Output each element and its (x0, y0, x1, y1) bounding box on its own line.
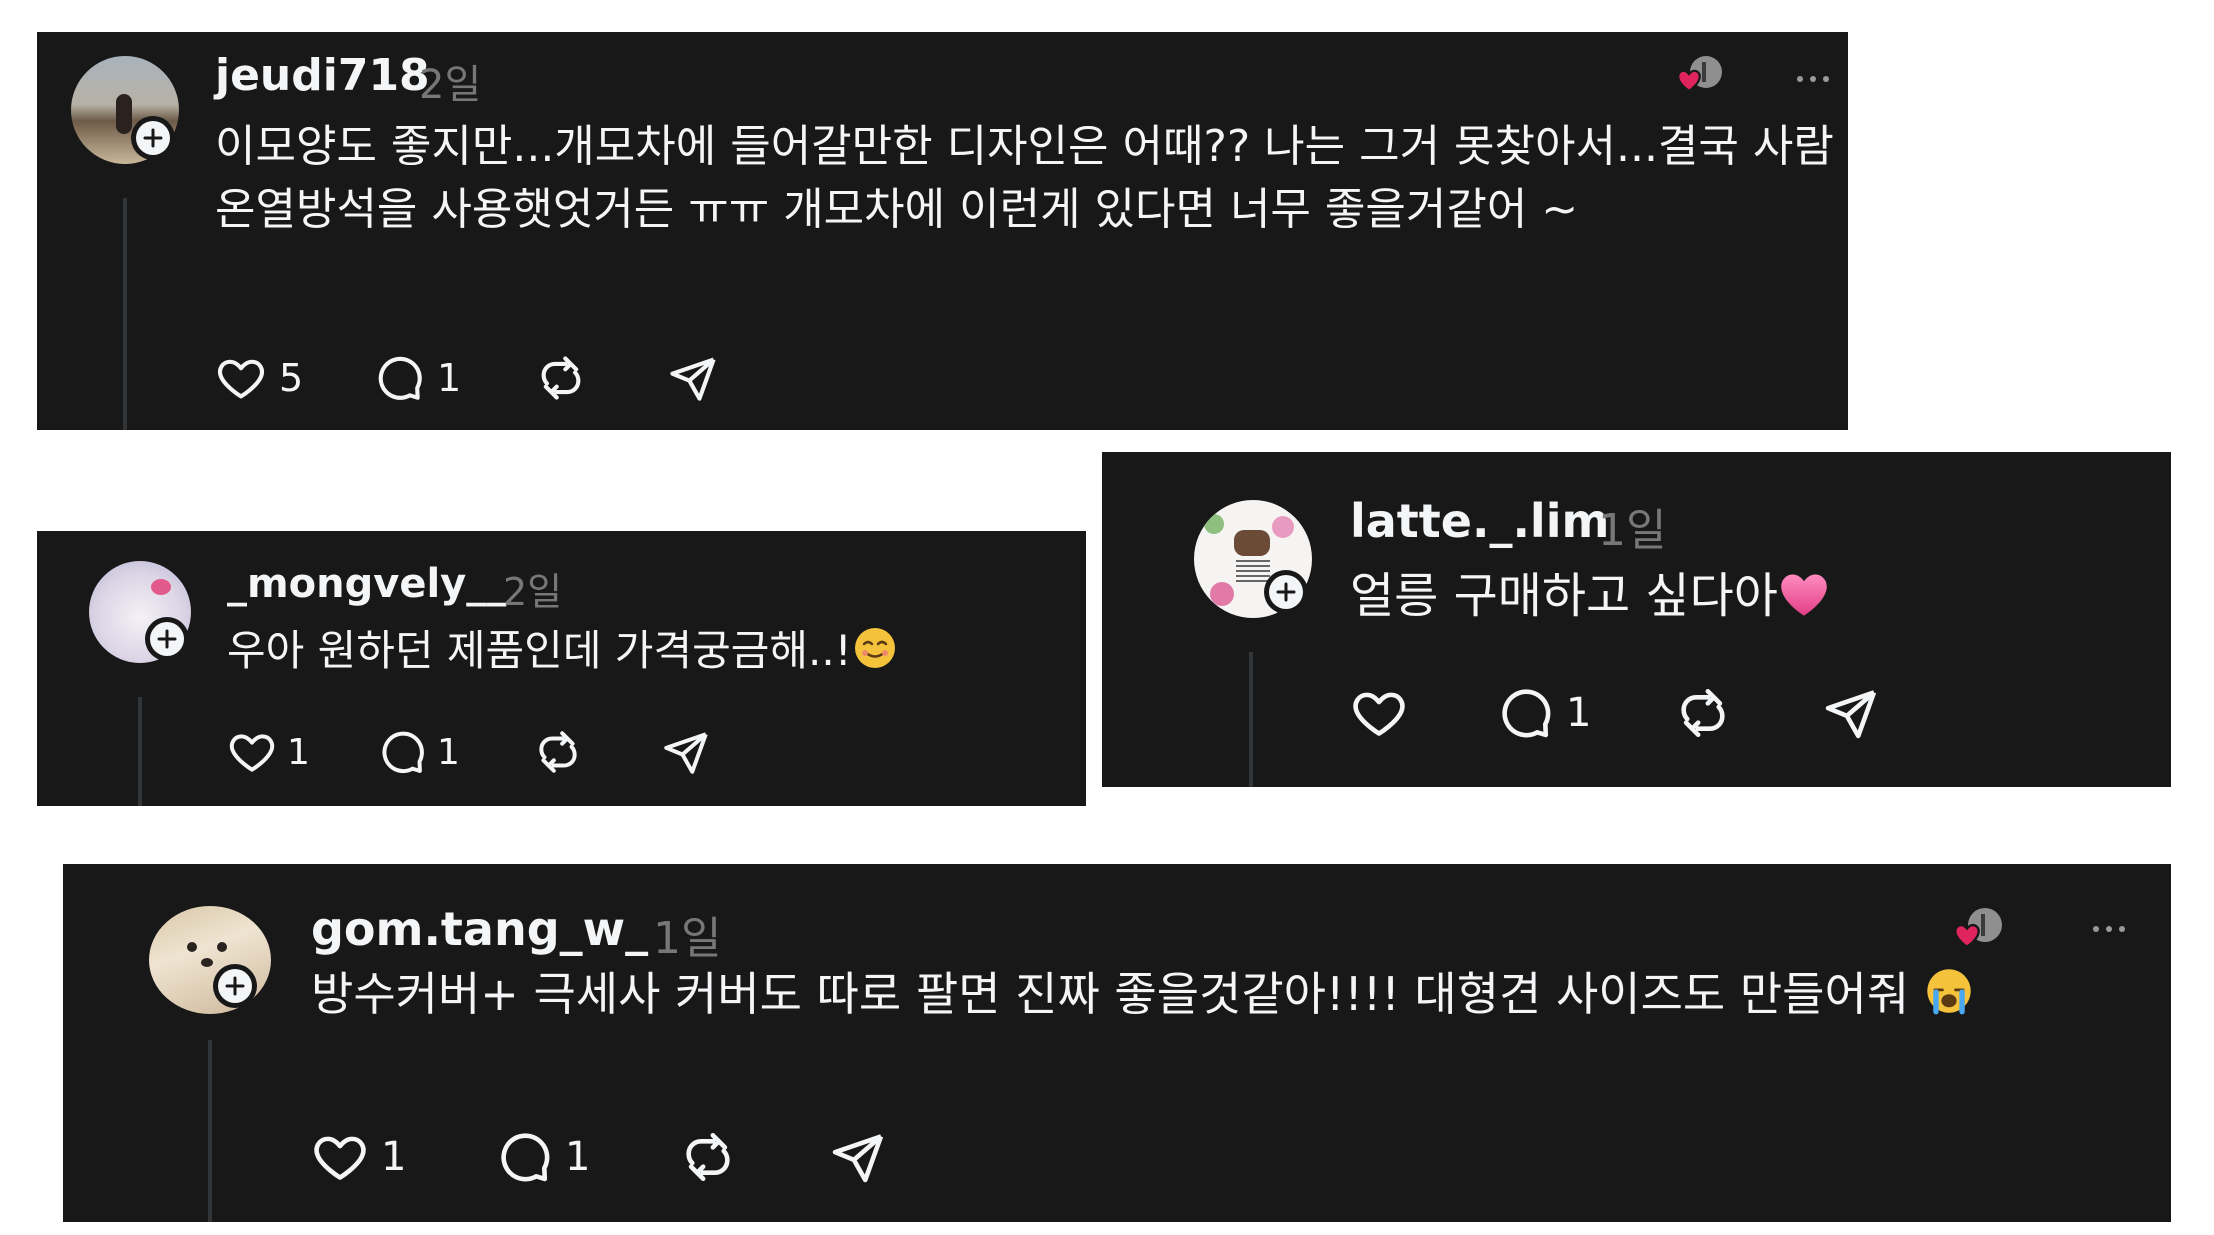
thread-line (123, 198, 127, 430)
action-bar: 1 1 (311, 1128, 887, 1186)
timestamp[interactable]: 2일 (419, 52, 481, 110)
like-button[interactable]: 1 (311, 1128, 495, 1186)
action-bar: 5 1 (215, 352, 719, 404)
repost-button[interactable] (533, 727, 661, 777)
send-icon (1822, 684, 1880, 742)
plus-icon (150, 622, 184, 656)
smiling-emoji-icon (854, 628, 895, 668)
reply-count: 1 (565, 1134, 591, 1180)
follow-button[interactable] (145, 617, 189, 661)
comment-text: 이모양도 좋지만...개모차에 들어갈만한 디자인은 어때?? 나는 그거 못찾… (215, 121, 1834, 235)
reply-button[interactable]: 1 (373, 352, 535, 404)
pink-heart-emoji-icon (1781, 574, 1827, 616)
comment-card-1: jeudi718 2일 이모양도 좋지만...개모차에 들어갈만한 디자인은 어… (37, 32, 1848, 430)
author-liked-badge-icon (1953, 906, 2003, 956)
share-button[interactable] (829, 1128, 887, 1186)
comment-icon (495, 1128, 553, 1186)
comment-text: 우아 원하던 제품인데 가격궁금해..! (227, 621, 1067, 681)
reply-count: 1 (1566, 690, 1592, 736)
follow-button[interactable] (1264, 570, 1308, 614)
follow-button[interactable] (131, 116, 175, 160)
repost-icon (535, 352, 587, 404)
send-icon (667, 352, 719, 404)
reply-count: 1 (437, 731, 460, 773)
share-button[interactable] (667, 352, 719, 404)
comment-text-content: 얼릉 구매하고 싶다아 (1350, 568, 1778, 624)
repost-button[interactable] (535, 352, 667, 404)
username[interactable]: gom.tang_w_ (311, 902, 648, 956)
comment-icon (377, 727, 427, 777)
repost-icon (679, 1128, 737, 1186)
repost-button[interactable] (679, 1128, 829, 1186)
comment-text: 방수커버+ 극세사 커버도 따로 팔면 진짜 좋을것같아!!!! 대형견 사이즈… (311, 962, 2151, 1028)
reply-count: 1 (437, 356, 462, 400)
heart-icon (215, 352, 267, 404)
like-button[interactable] (1350, 684, 1496, 742)
crying-emoji-icon (1927, 969, 1971, 1015)
timestamp[interactable]: 1일 (653, 902, 721, 966)
comment-icon (373, 352, 425, 404)
thread-line (138, 697, 142, 806)
comment-card-4: gom.tang_w_ 1일 방수커버+ 극세사 커버도 따로 팔면 진짜 좋을… (63, 864, 2171, 1222)
comment-text-content: 방수커버+ 극세사 커버도 따로 팔면 진짜 좋을것같아!!!! 대형견 사이즈… (311, 967, 1910, 1021)
share-button[interactable] (1822, 684, 1880, 742)
more-dots-icon[interactable] (2093, 926, 2125, 932)
thread-line (1249, 652, 1253, 787)
comment-icon (1496, 684, 1554, 742)
reply-button[interactable]: 1 (495, 1128, 679, 1186)
comment-text: 얼릉 구매하고 싶다아 (1350, 562, 2130, 631)
repost-icon (1674, 684, 1732, 742)
follow-button[interactable] (213, 964, 257, 1008)
plus-icon (1269, 575, 1303, 609)
timestamp[interactable]: 1일 (1598, 494, 1666, 558)
avatar[interactable] (71, 56, 179, 164)
like-button[interactable]: 1 (227, 727, 377, 777)
reply-button[interactable]: 1 (377, 727, 533, 777)
action-bar: 1 1 (227, 727, 711, 777)
username[interactable]: latte._.lim (1350, 494, 1609, 548)
heart-icon (227, 727, 277, 777)
send-icon (661, 727, 711, 777)
author-liked-badge-icon (1676, 54, 1724, 102)
username[interactable]: jeudi718 (215, 50, 430, 101)
comment-text-content: 우아 원하던 제품인데 가격궁금해..! (227, 626, 852, 675)
plus-icon (136, 121, 170, 155)
action-bar: 1 (1350, 684, 1880, 742)
like-button[interactable]: 5 (215, 352, 373, 404)
thread-line (208, 1040, 212, 1222)
like-count: 5 (279, 356, 304, 400)
repost-icon (533, 727, 583, 777)
share-button[interactable] (661, 727, 711, 777)
comment-card-3: latte._.lim 1일 얼릉 구매하고 싶다아 1 (1102, 452, 2171, 787)
avatar[interactable] (149, 906, 271, 1014)
like-count: 1 (381, 1134, 407, 1180)
more-dots-icon[interactable] (1797, 76, 1829, 82)
avatar[interactable] (89, 561, 191, 663)
avatar[interactable] (1194, 500, 1312, 618)
send-icon (829, 1128, 887, 1186)
username[interactable]: _mongvely__ (227, 561, 506, 607)
repost-button[interactable] (1674, 684, 1822, 742)
heart-icon (311, 1128, 369, 1186)
heart-icon (1350, 684, 1408, 742)
timestamp[interactable]: 2일 (503, 561, 562, 616)
reply-button[interactable]: 1 (1496, 684, 1674, 742)
like-count: 1 (287, 731, 310, 773)
comment-card-2: _mongvely__ 2일 우아 원하던 제품인데 가격궁금해..! 1 1 (37, 531, 1086, 806)
plus-icon (218, 969, 252, 1003)
